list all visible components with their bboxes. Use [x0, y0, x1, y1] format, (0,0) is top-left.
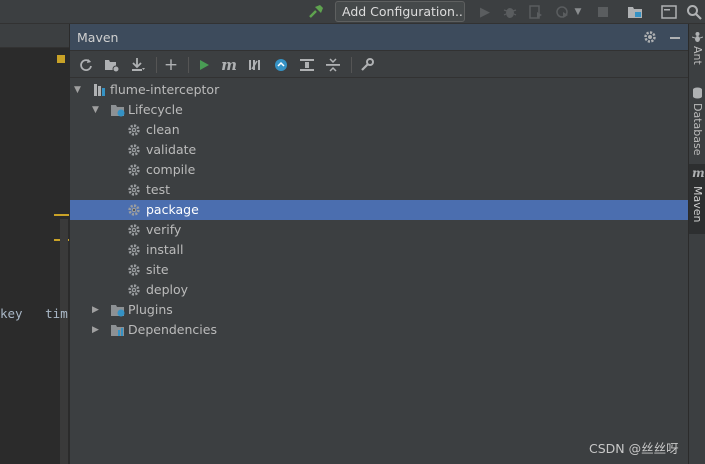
maven-panel-header: Maven [70, 24, 689, 51]
run-configuration-dropdown[interactable]: Add Configuration... [335, 1, 465, 22]
gear-icon [127, 263, 143, 279]
profile-icon[interactable] [553, 3, 571, 21]
lifecycle-folder-icon [111, 105, 125, 117]
tree-node-phase-clean[interactable]: clean [70, 120, 689, 140]
build-hammer-icon[interactable] [307, 3, 325, 21]
dependencies-label: Dependencies [128, 322, 217, 337]
run-with-coverage-icon[interactable] [527, 3, 545, 21]
toolbar-separator [351, 57, 352, 73]
phase-label: test [146, 182, 171, 197]
plugins-label: Plugins [128, 302, 173, 317]
stripe-label: Database [691, 103, 704, 156]
gear-icon [127, 123, 143, 139]
gear-icon [127, 143, 143, 159]
tree-node-phase-package[interactable]: package [70, 200, 689, 220]
toolbar-separator [156, 57, 157, 73]
project-structure-icon[interactable] [626, 3, 644, 21]
phase-label: clean [146, 122, 180, 137]
project-label: flume-interceptor [110, 82, 220, 97]
stripe-label: Ant [691, 46, 704, 65]
terminal-icon[interactable] [660, 3, 678, 21]
show-dependencies-icon[interactable] [298, 56, 316, 74]
gear-icon [127, 283, 143, 299]
plugins-folder-icon [111, 305, 125, 317]
expanded-arrow-icon[interactable]: ▼ [74, 84, 84, 96]
lifecycle-label: Lifecycle [128, 102, 183, 117]
phase-label: deploy [146, 282, 189, 297]
main-toolbar: Add Configuration... ▶ ▼ [0, 0, 705, 24]
stripe-label: Maven [691, 186, 704, 223]
gear-icon [127, 203, 143, 219]
wrench-settings-icon[interactable] [358, 56, 376, 74]
debug-icon[interactable] [501, 3, 519, 21]
panel-title: Maven [77, 30, 119, 45]
stripe-tab-maven[interactable]: m Maven [689, 164, 705, 234]
tree-node-plugins[interactable]: ▶ Plugins [70, 300, 689, 320]
editor-highlight-line [54, 214, 69, 216]
maven-toolbar: + m [70, 52, 689, 78]
ant-icon [692, 32, 703, 42]
tree-node-phase-compile[interactable]: compile [70, 160, 689, 180]
phase-label: package [146, 202, 199, 217]
database-icon [693, 87, 702, 99]
editor-code-text: key tim [0, 306, 68, 321]
search-icon[interactable] [685, 3, 703, 21]
phase-label: install [146, 242, 184, 257]
chevron-down-icon[interactable]: ▼ [572, 3, 584, 21]
tree-node-dependencies[interactable]: ▶ Dependencies [70, 320, 689, 340]
right-tool-stripe: Ant Database m Maven [688, 24, 705, 464]
toggle-offline-icon[interactable] [246, 56, 264, 74]
tree-node-lifecycle[interactable]: ▼ Lifecycle [70, 100, 689, 120]
maven-project-icon [94, 84, 105, 96]
tree-node-phase-site[interactable]: site [70, 260, 689, 280]
watermark: CSDN @丝丝呀 [589, 441, 679, 456]
download-icon[interactable] [129, 56, 147, 74]
tree-node-phase-test[interactable]: test [70, 180, 689, 200]
gear-icon [127, 163, 143, 179]
tree-node-project[interactable]: ▼ flume-interceptor [70, 80, 689, 100]
gear-icon [127, 223, 143, 239]
tree-node-phase-verify[interactable]: verify [70, 220, 689, 240]
tree-node-phase-deploy[interactable]: deploy [70, 280, 689, 300]
reload-icon[interactable] [77, 56, 95, 74]
skip-tests-icon[interactable] [272, 56, 290, 74]
maven-m-icon: m [692, 166, 705, 180]
collapse-all-icon[interactable] [324, 56, 342, 74]
run-maven-build-icon[interactable] [195, 56, 213, 74]
toolbar-separator [188, 57, 189, 73]
phase-label: verify [146, 222, 182, 237]
gear-icon [127, 243, 143, 259]
hide-panel-icon[interactable] [666, 28, 684, 46]
collapsed-arrow-icon[interactable]: ▶ [92, 304, 102, 316]
maven-tool-window: Maven + m ▼ flume-interceptor ▼ Lifecycl… [69, 24, 689, 464]
gear-icon[interactable] [641, 28, 659, 46]
editor-area[interactable]: key tim [0, 24, 69, 464]
dependencies-folder-icon [111, 325, 124, 336]
generate-sources-icon[interactable] [103, 56, 121, 74]
stripe-tab-ant[interactable]: Ant [689, 28, 705, 76]
collapsed-arrow-icon[interactable]: ▶ [92, 324, 102, 336]
gear-icon [127, 183, 143, 199]
expanded-arrow-icon[interactable]: ▼ [92, 104, 102, 116]
phase-label: compile [146, 162, 196, 177]
editor-warning-marker[interactable] [57, 55, 65, 63]
editor-scrollbar[interactable] [60, 219, 68, 464]
add-icon[interactable]: + [162, 55, 180, 75]
editor-tab-bar [0, 24, 69, 48]
stripe-tab-database[interactable]: Database [689, 84, 705, 162]
phase-label: site [146, 262, 169, 277]
tree-node-phase-validate[interactable]: validate [70, 140, 689, 160]
stop-icon[interactable] [594, 3, 612, 21]
tree-node-phase-install[interactable]: install [70, 240, 689, 260]
execute-goal-m-icon[interactable]: m [220, 56, 238, 74]
phase-label: validate [146, 142, 197, 157]
run-icon[interactable]: ▶ [476, 3, 494, 21]
